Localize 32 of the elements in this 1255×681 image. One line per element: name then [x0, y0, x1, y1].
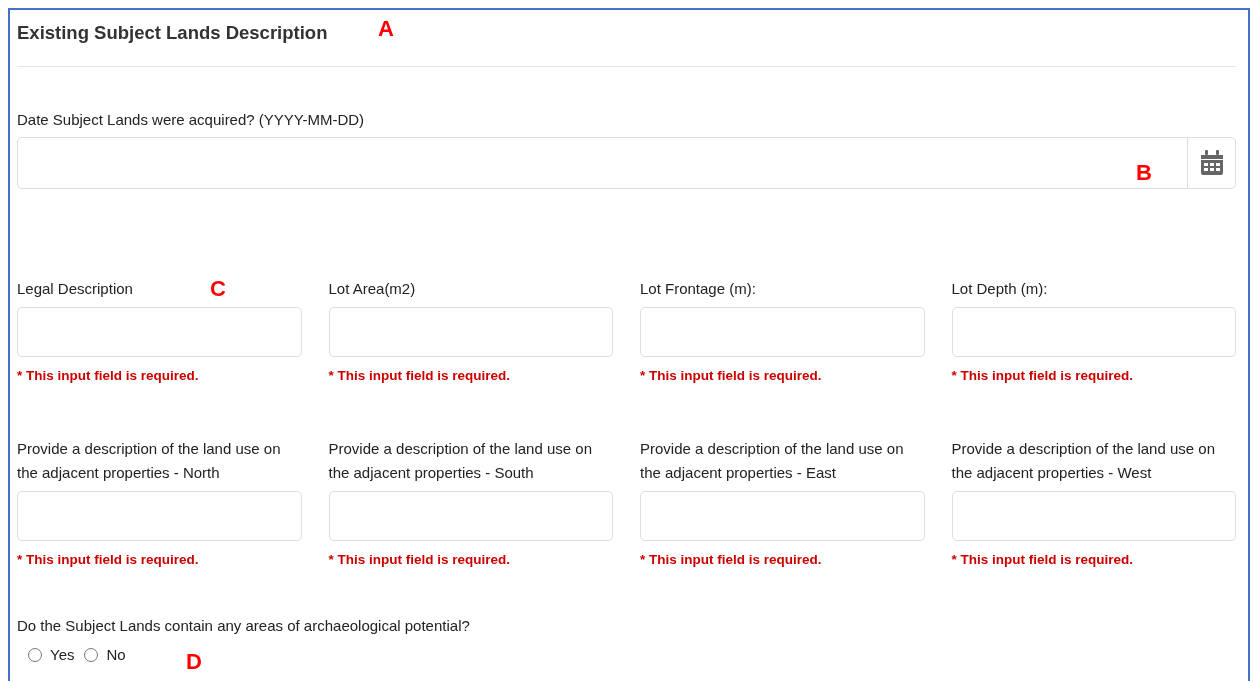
text-input[interactable] [17, 307, 302, 357]
field-label: Provide a description of the land use on the adjacent properties - South [328, 439, 593, 483]
text-input[interactable] [328, 307, 613, 357]
text-input[interactable] [640, 307, 925, 357]
text-input[interactable] [17, 491, 302, 541]
field-label: Provide a description of the land use on the adjacent properties - West [951, 439, 1216, 483]
error-message: * This input field is required. [328, 552, 512, 567]
field-label: Provide a description of the land use on the adjacent properties - North [17, 439, 282, 483]
text-input[interactable] [951, 307, 1236, 357]
error-message: * This input field is required. [951, 368, 1135, 383]
error-message: * This input field is required. [328, 368, 512, 383]
field-label: Lot Area(m2) [328, 279, 416, 299]
error-message: * This input field is required. [17, 552, 200, 567]
annotation-letter: C [210, 276, 226, 302]
radio-option[interactable]: No [84, 646, 126, 663]
annotation-letter: A [378, 16, 394, 42]
annotation-letter: D [186, 649, 202, 675]
text-input[interactable] [951, 491, 1236, 541]
radio-option[interactable]: Yes [28, 646, 75, 663]
field-label: Lot Frontage (m): [640, 279, 756, 299]
question-label: Do the Subject Lands contain any areas of archaeological potential? [17, 617, 471, 634]
field-label: Provide a description of the land use on the adjacent properties - East [640, 439, 905, 483]
error-message: * This input field is required. [640, 368, 823, 383]
error-message: * This input field is required. [640, 552, 823, 567]
text-input[interactable] [328, 491, 613, 541]
field-label: Lot Depth (m): [951, 279, 1048, 299]
error-message: * This input field is required. [951, 552, 1135, 567]
field-label: Date Subject Lands were acquired? (YYYY-MM-DD) [17, 111, 366, 128]
error-message: * This input field is required. [17, 368, 200, 383]
field-label: Legal Description [17, 279, 133, 299]
text-input[interactable] [640, 491, 925, 541]
section-title: Existing Subject Lands Description [17, 22, 328, 45]
